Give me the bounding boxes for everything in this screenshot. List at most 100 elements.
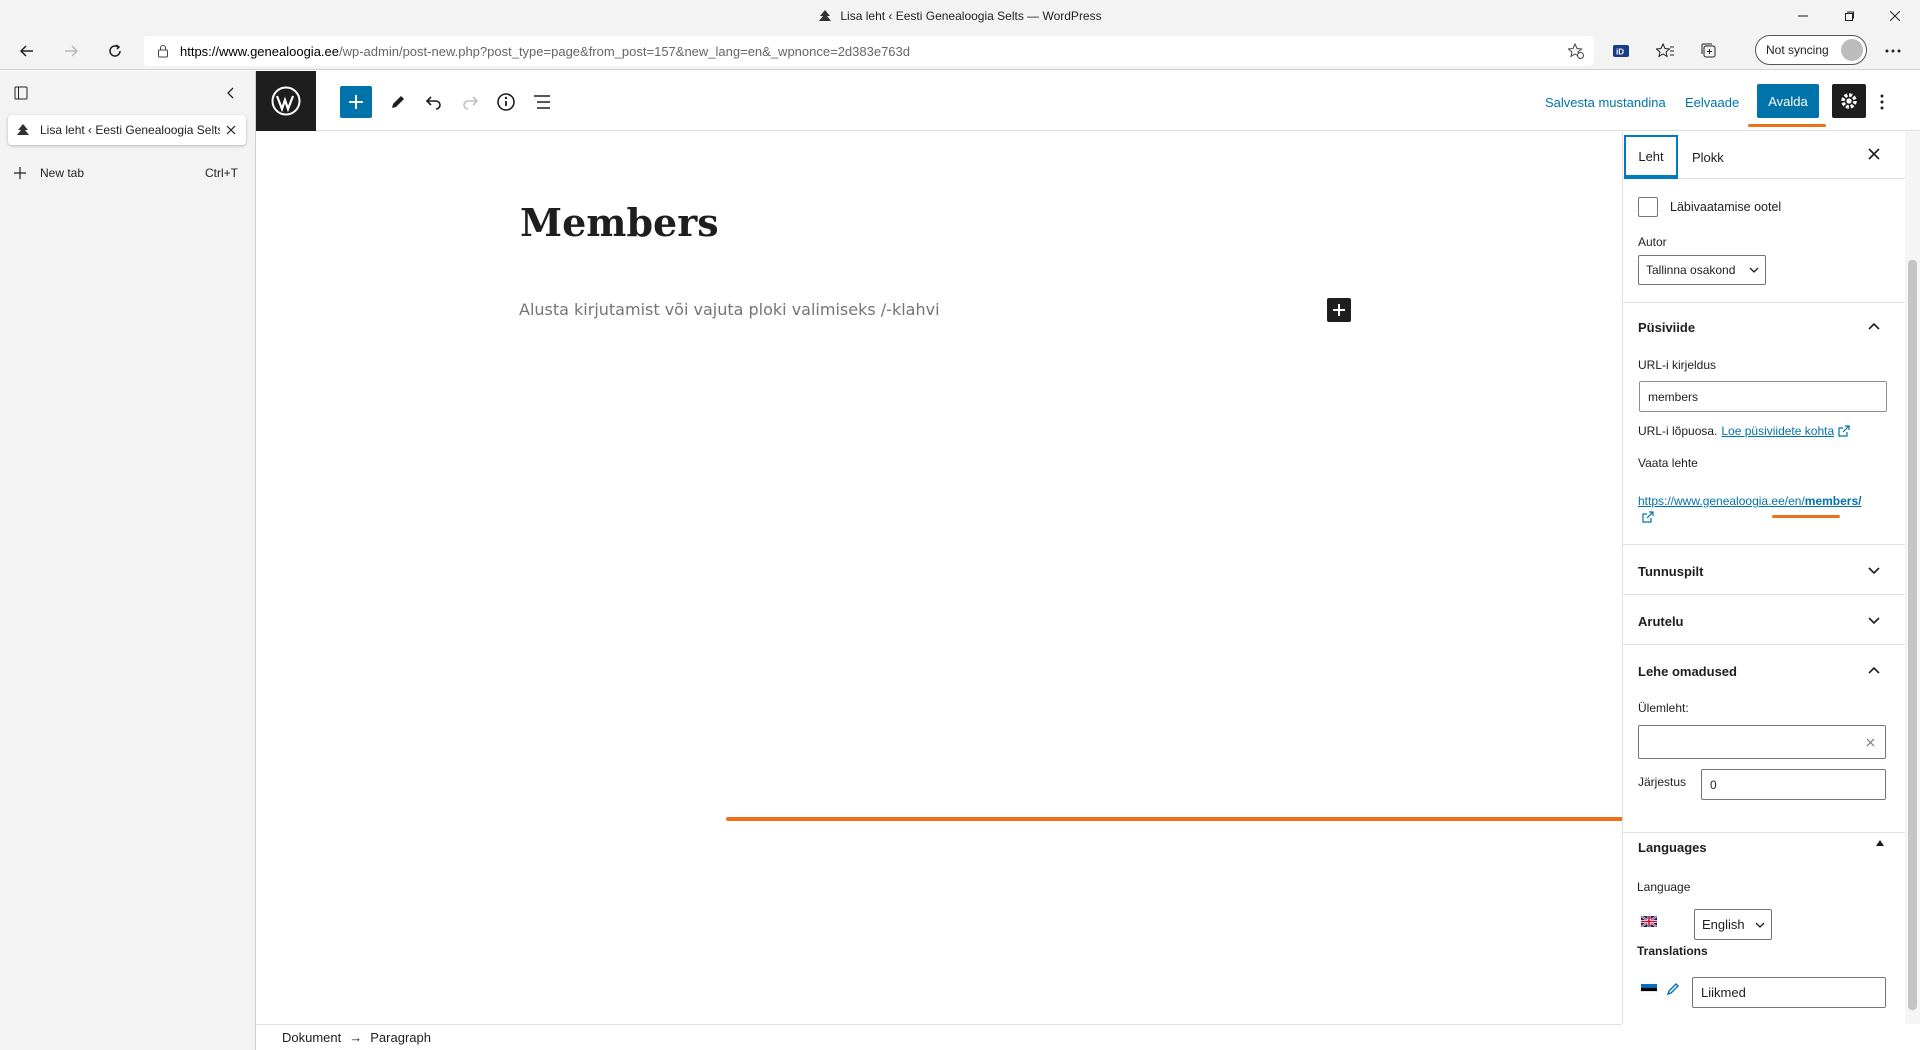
add-block-button[interactable] — [1327, 298, 1351, 322]
language-value: English — [1702, 917, 1745, 932]
wordpress-logo-button[interactable] — [256, 71, 316, 131]
close-tab-icon[interactable] — [226, 125, 236, 135]
preview-button[interactable]: Eelvaade — [1685, 88, 1739, 116]
breadcrumb: Dokument → Paragraph — [256, 1024, 1622, 1050]
page-attributes-panel-title[interactable]: Lehe omadused — [1638, 664, 1737, 679]
language-select[interactable]: English — [1694, 909, 1772, 940]
extension-button[interactable]: iD — [1606, 36, 1636, 66]
svg-text:iD: iD — [1616, 48, 1624, 57]
languages-panel-title[interactable]: Languages — [1638, 840, 1707, 855]
pending-review-checkbox[interactable] — [1638, 197, 1658, 217]
triangle-up-icon[interactable] — [1876, 840, 1884, 846]
plus-icon — [349, 95, 363, 109]
language-label: Language — [1637, 880, 1691, 894]
close-window-button[interactable] — [1872, 0, 1918, 32]
tab-block[interactable]: Plokk — [1692, 135, 1724, 179]
chevron-down-icon — [1749, 267, 1759, 273]
chevron-down-icon[interactable] — [1866, 612, 1882, 628]
author-select[interactable]: Tallinna osakond — [1638, 255, 1766, 285]
collections-button[interactable] — [1694, 36, 1724, 66]
lock-icon — [158, 45, 168, 58]
parent-page-combobox[interactable] — [1638, 725, 1886, 759]
block-inserter-button[interactable] — [340, 86, 372, 118]
order-input[interactable]: 0 — [1701, 769, 1886, 800]
new-tab-label: New tab — [40, 166, 85, 180]
site-favicon-icon — [17, 124, 29, 135]
redo-icon — [463, 96, 479, 110]
parent-page-label: Ülemleht: — [1638, 701, 1689, 715]
breadcrumb-document[interactable]: Dokument — [282, 1030, 341, 1045]
info-icon — [497, 93, 515, 111]
discussion-panel-title[interactable]: Arutelu — [1638, 614, 1684, 629]
url-path: /wp-admin/post-new.php?post_type=page&fr… — [339, 43, 910, 59]
chevron-down-icon[interactable] — [1866, 562, 1882, 578]
breadcrumb-paragraph[interactable]: Paragraph — [370, 1030, 431, 1045]
new-tab-shortcut: Ctrl+T — [205, 166, 238, 180]
site-favicon-icon — [819, 10, 832, 21]
panel-divider — [1622, 544, 1905, 545]
refresh-button[interactable] — [100, 36, 130, 66]
permalink-panel-title[interactable]: Püsiviide — [1638, 320, 1695, 335]
url-domain: https://www.genealoogia.ee — [180, 43, 339, 59]
browser-tab[interactable]: Lisa leht ‹ Eesti Genealoogia Selts — [8, 115, 246, 145]
tab-page[interactable]: Leht — [1624, 135, 1678, 179]
view-page-link[interactable]: https://www.genealoogia.ee/en/members/ — [1638, 494, 1888, 508]
profile-sync-button[interactable]: Not syncing — [1755, 35, 1867, 65]
add-favorite-icon[interactable] — [1568, 43, 1584, 59]
slug-input[interactable]: members — [1639, 381, 1887, 412]
plus-icon — [14, 167, 26, 179]
more-vertical-icon — [1880, 94, 1884, 110]
publish-button[interactable]: Avalda — [1757, 84, 1819, 118]
plus-icon — [1333, 304, 1345, 316]
maximize-button[interactable] — [1826, 0, 1872, 32]
refresh-icon — [109, 44, 121, 57]
pending-review-label: Läbivaatamise ootel — [1670, 200, 1782, 214]
paragraph-placeholder[interactable]: Alusta kirjutamist või vajuta ploki vali… — [519, 300, 940, 319]
slug-help: URL-i lõpuosa. Loe püsiviidete kohta — [1638, 424, 1850, 438]
settings-button[interactable] — [1832, 84, 1866, 118]
chevron-up-icon[interactable] — [1866, 662, 1882, 678]
featured-image-panel-title[interactable]: Tunnuspilt — [1638, 564, 1703, 579]
close-icon — [1868, 148, 1880, 160]
view-page-label: Vaata lehte — [1638, 456, 1698, 470]
slug-help-text: URL-i lõpuosa. — [1638, 424, 1718, 438]
options-button[interactable] — [1870, 86, 1894, 118]
new-tab-button[interactable]: New tab Ctrl+T — [14, 163, 238, 183]
external-link-icon[interactable] — [1642, 511, 1654, 523]
permalink-help-link[interactable]: Loe püsiviidete kohta — [1721, 424, 1834, 438]
collections-icon — [1701, 43, 1716, 58]
view-page-url-base: https://www.genealoogia.ee/en/ — [1638, 494, 1805, 508]
tools-button[interactable] — [382, 86, 414, 118]
panel-divider — [1622, 594, 1905, 595]
clear-icon[interactable] — [1866, 738, 1875, 747]
favorites-button[interactable] — [1650, 36, 1680, 66]
arrow-left-icon — [19, 45, 33, 57]
chevron-up-icon[interactable] — [1866, 318, 1882, 334]
vertical-tabs-panel — [0, 71, 256, 1050]
window-title-text: Lisa leht ‹ Eesti Genealoogia Selts — Wo… — [840, 9, 1102, 23]
breadcrumb-separator: → — [349, 1030, 363, 1045]
collapse-tabs-icon[interactable] — [224, 86, 240, 102]
panel-divider — [1622, 302, 1905, 303]
save-draft-button[interactable]: Salvesta mustandina — [1545, 88, 1666, 116]
url-bar[interactable]: https://www.genealoogia.ee/wp-admin/post… — [144, 36, 1594, 66]
minimize-button[interactable] — [1780, 0, 1826, 32]
browser-menu-button[interactable] — [1878, 36, 1908, 66]
details-button[interactable] — [490, 86, 522, 118]
list-view-button[interactable] — [526, 86, 558, 118]
panel-divider — [1622, 644, 1905, 645]
translation-title-input[interactable]: Liikmed — [1692, 977, 1886, 1008]
back-button[interactable] — [12, 36, 42, 66]
avatar — [1841, 39, 1863, 61]
edit-translation-icon[interactable] — [1666, 982, 1680, 996]
tab-actions-icon[interactable] — [14, 86, 30, 102]
forward-button[interactable] — [56, 36, 86, 66]
sidebar-scrollbar-thumb[interactable] — [1908, 260, 1917, 1010]
post-title[interactable]: Members — [520, 200, 719, 245]
estonia-flag-icon — [1641, 984, 1657, 995]
close-sidebar-button[interactable] — [1868, 148, 1880, 160]
favorites-icon — [1656, 43, 1674, 58]
view-page-url-slug: members/ — [1804, 494, 1862, 508]
redo-button[interactable] — [454, 86, 486, 118]
undo-button[interactable] — [418, 86, 450, 118]
